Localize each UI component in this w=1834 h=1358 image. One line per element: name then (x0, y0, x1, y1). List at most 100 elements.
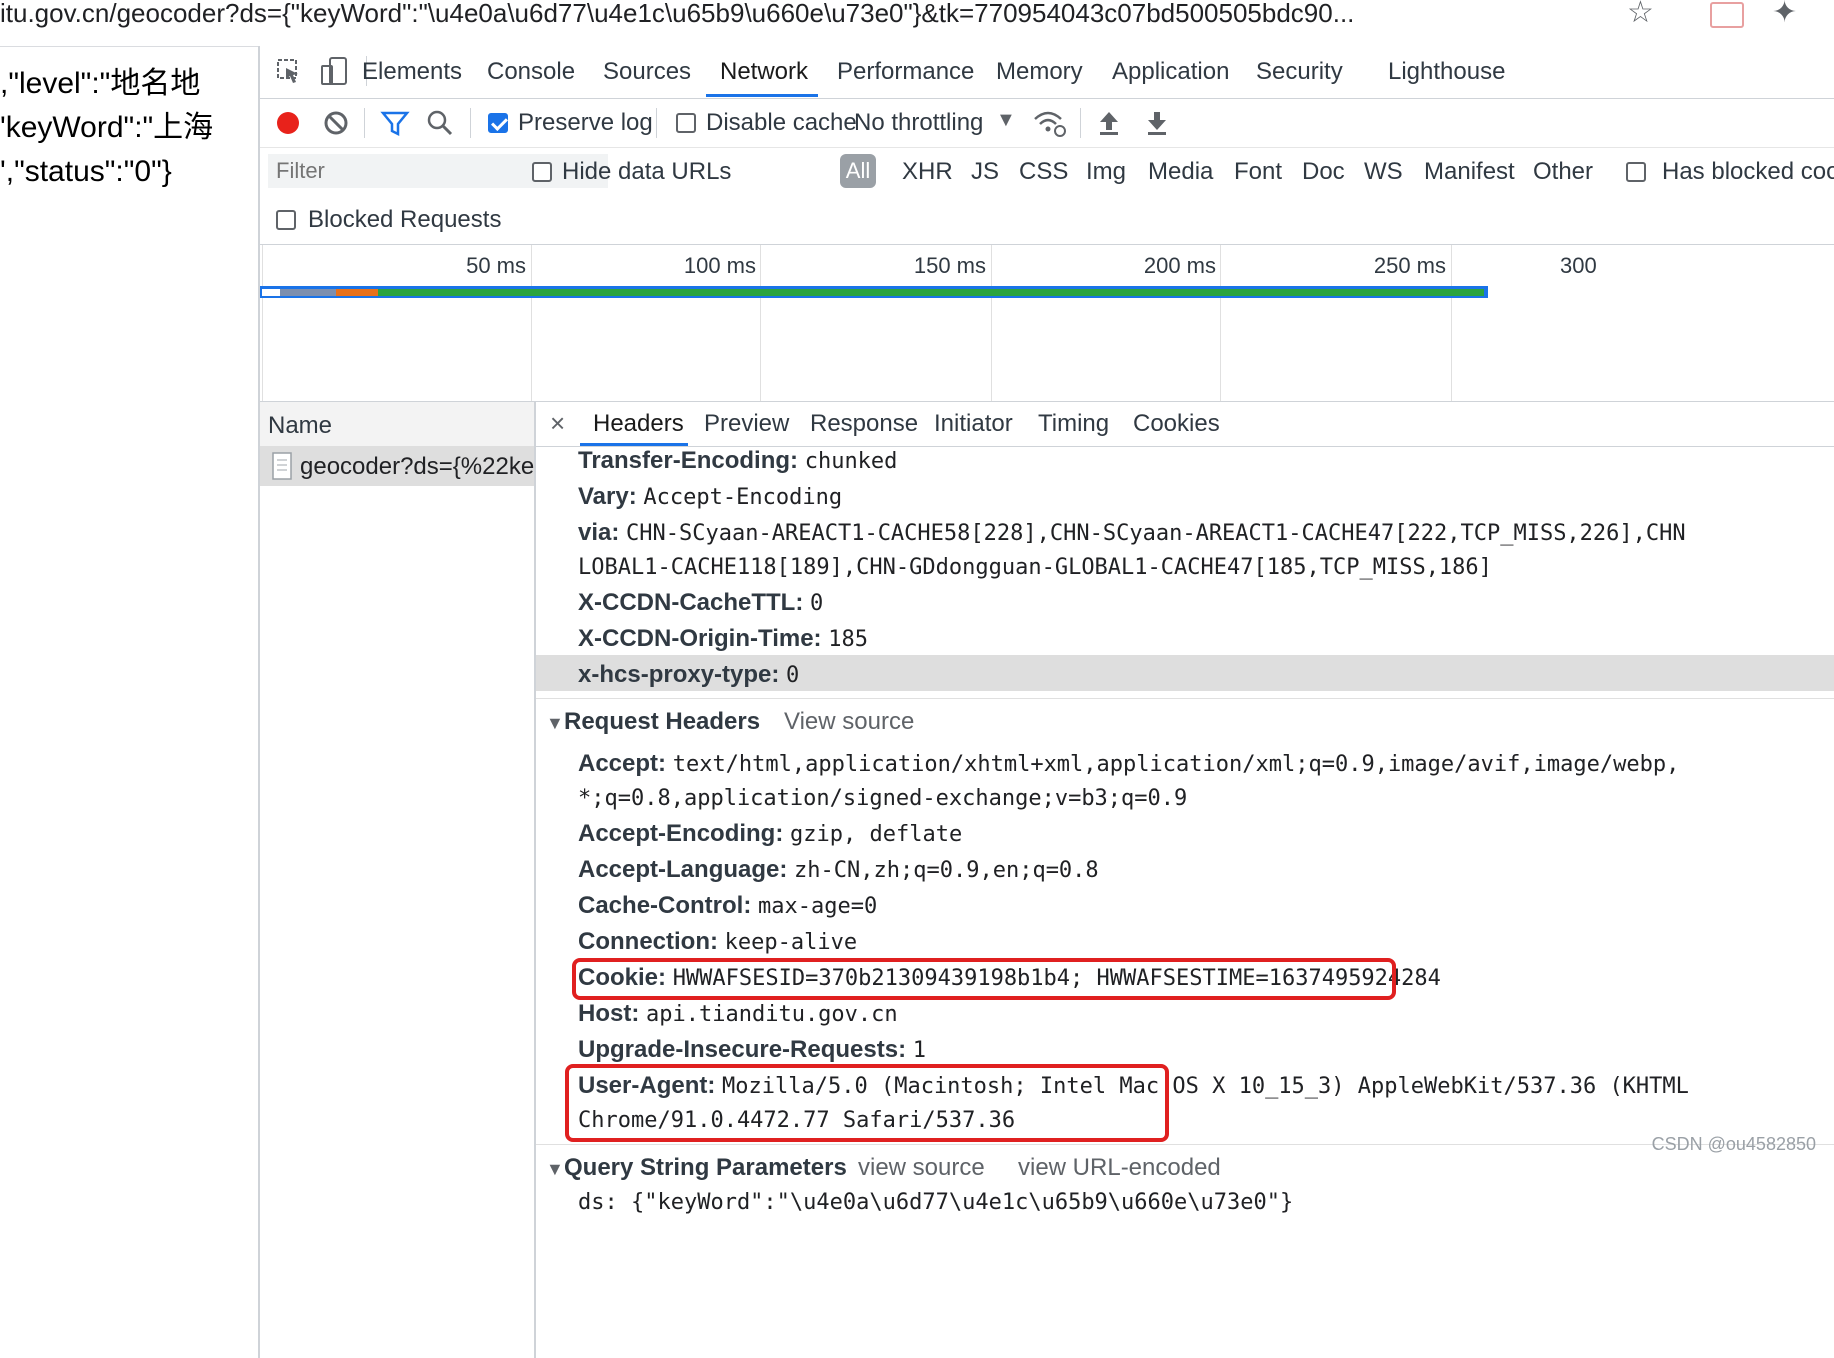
device-toolbar-icon[interactable] (320, 56, 348, 86)
collapse-triangle-icon[interactable]: ▼ (546, 713, 564, 734)
active-tab-indicator (580, 443, 688, 446)
clear-icon[interactable] (322, 109, 350, 137)
filter-type-media[interactable]: Media (1148, 158, 1213, 186)
request-header-row: Accept-Encoding: gzip, deflate (578, 820, 963, 847)
tab-timing[interactable]: Timing (1038, 410, 1109, 438)
disable-cache-checkbox[interactable] (676, 113, 696, 133)
query-view-source-link[interactable]: view source (858, 1154, 985, 1182)
chevron-down-icon[interactable]: ▼ (996, 109, 1016, 132)
timeline-tick-label: 100 ms (683, 253, 756, 278)
disable-cache-label[interactable]: Disable cache (706, 109, 857, 137)
filter-type-manifest[interactable]: Manifest (1424, 158, 1515, 186)
tab-cookies[interactable]: Cookies (1133, 410, 1220, 438)
query-view-url-encoded-link[interactable]: view URL-encoded (1018, 1154, 1221, 1182)
network-toolbar: Preserve log Disable cache No throttling… (260, 99, 1834, 148)
tab-initiator[interactable]: Initiator (934, 410, 1013, 438)
request-row[interactable]: geocoder?ds={%22ke... (260, 446, 554, 486)
bookmark-star-icon[interactable]: ☆ (1627, 0, 1654, 28)
filter-icon[interactable] (380, 109, 410, 137)
blocked-requests-label[interactable]: Blocked Requests (308, 206, 501, 234)
search-icon[interactable] (426, 109, 454, 137)
network-timeline-overview[interactable]: 50 ms 100 ms 150 ms 200 ms 250 ms 300 (260, 245, 1834, 402)
extensions-puzzle-icon[interactable]: ✦ (1772, 0, 1797, 28)
tab-lighthouse[interactable]: Lighthouse (1388, 58, 1505, 86)
tab-memory[interactable]: Memory (996, 58, 1083, 86)
filter-type-img[interactable]: Img (1086, 158, 1126, 186)
tab-elements[interactable]: Elements (362, 58, 462, 86)
hide-data-urls-label[interactable]: Hide data URLs (562, 158, 731, 186)
inspect-element-icon[interactable] (276, 58, 302, 86)
filter-type-ws[interactable]: WS (1364, 158, 1403, 186)
query-param-row: ds: {"keyWord":"\u4e0a\u6d77\u4e1c\u65b9… (578, 1190, 1294, 1215)
detail-tab-strip: × Headers Preview Response Initiator Tim… (536, 402, 1834, 447)
has-blocked-cookies-label[interactable]: Has blocked coo (1662, 158, 1834, 186)
name-column-header[interactable]: Name (260, 402, 534, 447)
request-header-row: Accept-Language: zh-CN,zh;q=0.9,en;q=0.8 (578, 856, 1099, 883)
response-header-row: X-CCDN-Origin-Time: 185 (578, 625, 868, 652)
timeline-bar-content-download (262, 289, 1484, 296)
import-har-icon[interactable] (1096, 109, 1122, 137)
filter-type-other[interactable]: Other (1533, 158, 1593, 186)
filter-bar: Hide data URLs All XHR JS CSS Img Media … (260, 148, 1834, 198)
has-blocked-cookies-checkbox[interactable] (1626, 162, 1646, 182)
cookie-highlight-box (572, 958, 1396, 1000)
blocked-requests-row: Blocked Requests (260, 198, 1834, 245)
address-bar[interactable]: itu.gov.cn/geocoder?ds={"keyWord":"\u4e0… (0, 0, 1834, 47)
filter-type-xhr[interactable]: XHR (902, 158, 953, 186)
tab-performance[interactable]: Performance (837, 58, 974, 86)
query-string-title[interactable]: Query String Parameters (564, 1154, 847, 1182)
response-header-row: via: CHN-SCyaan-AREACT1-CACHE58[228],CHN… (578, 519, 1686, 546)
tab-sources[interactable]: Sources (603, 58, 691, 86)
filter-input[interactable] (268, 154, 608, 188)
tab-preview[interactable]: Preview (704, 410, 789, 438)
tab-security[interactable]: Security (1256, 58, 1343, 86)
network-conditions-icon[interactable] (1032, 107, 1068, 139)
tab-headers[interactable]: Headers (593, 410, 684, 438)
request-headers-title[interactable]: Request Headers (564, 708, 760, 736)
page-line: ,"level":"地名地 (0, 67, 201, 100)
timeline-tick-label: 150 ms (913, 253, 986, 278)
request-header-row: *;q=0.8,application/signed-exchange;v=b3… (578, 786, 1188, 811)
timeline-tick-label: 250 ms (1373, 253, 1446, 278)
close-icon[interactable]: × (550, 408, 565, 439)
collapse-triangle-icon[interactable]: ▼ (546, 1159, 564, 1180)
request-header-row: Connection: keep-alive (578, 928, 858, 955)
filter-type-all[interactable]: All (840, 154, 876, 188)
devtools-panel: Elements Console Sources Network Perform… (258, 46, 1834, 1358)
timeline-bar-stalled (280, 289, 336, 296)
user-agent-highlight-box (565, 1064, 1169, 1142)
request-header-row: Host: api.tianditu.gov.cn (578, 1000, 898, 1027)
response-header-row: LOBAL1-CACHE118[189],CHN-GDdongguan-GLOB… (578, 555, 1492, 580)
page-line: ',"status":"0"} (0, 155, 172, 188)
blocked-requests-checkbox[interactable] (276, 210, 296, 230)
response-header-row: X-CCDN-CacheTTL: 0 (578, 589, 824, 616)
request-list: Name geocoder?ds={%22ke... (260, 402, 554, 1358)
filter-type-js[interactable]: JS (971, 158, 999, 186)
devtools-tab-strip: Elements Console Sources Network Perform… (260, 46, 1834, 99)
filter-type-doc[interactable]: Doc (1302, 158, 1345, 186)
record-icon[interactable] (274, 109, 302, 137)
response-header-row: Vary: Accept-Encoding (578, 483, 843, 510)
tab-response[interactable]: Response (810, 410, 918, 438)
request-view-source-link[interactable]: View source (784, 708, 914, 736)
request-header-row: Accept: text/html,application/xhtml+xml,… (578, 750, 1680, 777)
request-name[interactable]: geocoder?ds={%22ke... (300, 453, 554, 481)
throttling-select[interactable]: No throttling (854, 109, 983, 137)
hide-data-urls-checkbox[interactable] (532, 162, 552, 182)
export-har-icon[interactable] (1144, 109, 1170, 137)
response-header-row[interactable]: x-hcs-proxy-type: 0 (578, 661, 799, 689)
timeline-tick-label: 200 ms (1143, 253, 1216, 278)
extension-icon[interactable] (1710, 2, 1744, 28)
filter-type-font[interactable]: Font (1234, 158, 1282, 186)
preserve-log-label[interactable]: Preserve log (518, 109, 653, 137)
url-text[interactable]: itu.gov.cn/geocoder?ds={"keyWord":"\u4e0… (0, 0, 1354, 26)
timeline-bar-connect (336, 289, 378, 296)
filter-type-css[interactable]: CSS (1019, 158, 1068, 186)
tab-application[interactable]: Application (1112, 58, 1229, 86)
tab-console[interactable]: Console (487, 58, 575, 86)
response-header-row: Transfer-Encoding: chunked (578, 447, 898, 474)
preserve-log-checkbox[interactable] (488, 113, 508, 133)
tab-network[interactable]: Network (720, 58, 808, 86)
request-detail-pane: × Headers Preview Response Initiator Tim… (536, 402, 1834, 1358)
active-tab-indicator (706, 94, 818, 97)
